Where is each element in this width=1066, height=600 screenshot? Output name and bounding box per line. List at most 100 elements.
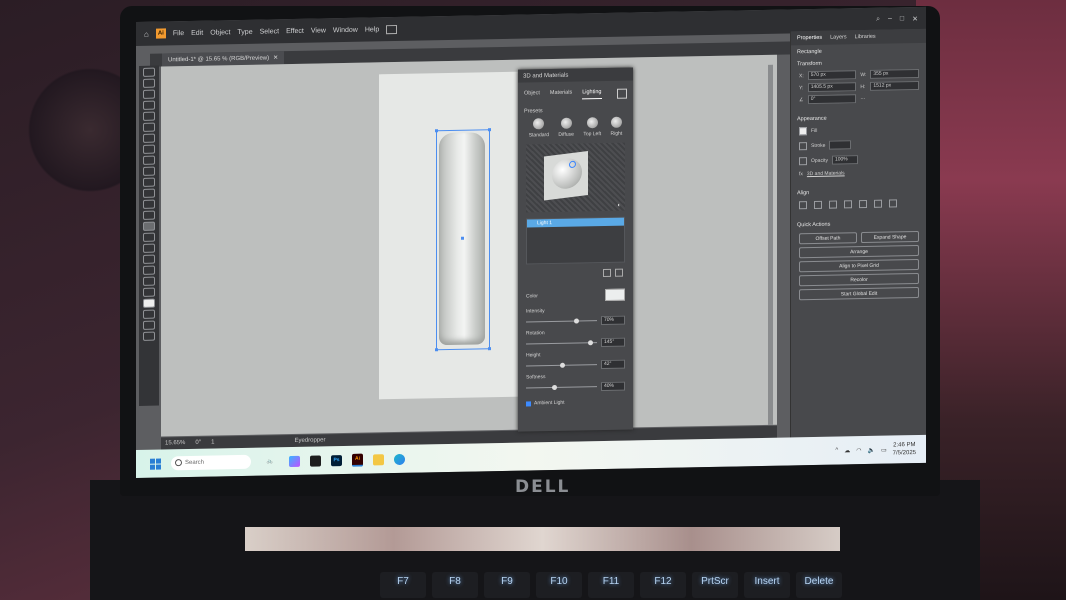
tab-object[interactable]: Object	[524, 90, 540, 100]
symbol-sprayer-tool-icon[interactable]	[143, 243, 155, 253]
effect-3d-link[interactable]: 3D and Materials	[807, 170, 845, 177]
align-pixel-grid-button[interactable]: Align to Pixel Grid	[799, 258, 919, 273]
width-field[interactable]: 355 px	[870, 68, 919, 79]
rectangle-tool-icon[interactable]	[143, 111, 155, 121]
angle-field[interactable]: 0°	[807, 94, 857, 105]
softness-value[interactable]: 40%	[601, 381, 625, 392]
ambient-light-checkbox[interactable]	[526, 400, 531, 407]
opacity-label[interactable]: Opacity	[811, 157, 828, 163]
light-preview-widget[interactable]: ◐	[526, 142, 625, 213]
type-tool-icon[interactable]	[143, 144, 155, 154]
softness-slider-thumb[interactable]	[552, 384, 558, 391]
shape-builder-tool-icon[interactable]	[143, 199, 155, 209]
eraser-tool-icon[interactable]	[143, 177, 155, 187]
preset-diffuse[interactable]: Diffuse	[558, 117, 574, 138]
intensity-slider-thumb[interactable]	[573, 318, 579, 324]
light-color-swatch[interactable]	[605, 288, 625, 301]
menu-type[interactable]: Type	[237, 28, 252, 35]
menu-view[interactable]: View	[311, 27, 326, 34]
menu-edit[interactable]: Edit	[191, 29, 203, 36]
align-left-icon[interactable]	[799, 201, 807, 210]
wifi-icon[interactable]: ◠	[856, 447, 861, 454]
cloud-icon[interactable]: ☁	[844, 447, 850, 454]
tab-properties[interactable]: Properties	[797, 35, 822, 41]
rotation-slider[interactable]	[526, 340, 597, 346]
fill-swatch[interactable]	[799, 127, 807, 136]
selection-tool-icon[interactable]	[143, 67, 155, 77]
photoshop-icon[interactable]: Ps	[331, 454, 342, 466]
artboard-tool-icon[interactable]	[143, 265, 155, 275]
start-global-edit-button[interactable]: Start Global Edit	[799, 286, 919, 301]
copilot-icon[interactable]	[289, 455, 300, 467]
height-field[interactable]: 1512 px	[870, 80, 919, 91]
preset-standard[interactable]: Standard	[529, 118, 549, 138]
menu-effect[interactable]: Effect	[286, 27, 304, 34]
zoom-tool-icon[interactable]	[143, 287, 155, 297]
rotation-slider-thumb[interactable]	[587, 340, 593, 346]
close-icon[interactable]: ✕	[912, 15, 918, 23]
preset-right[interactable]: Right	[611, 116, 622, 137]
intensity-slider[interactable]	[526, 318, 597, 324]
preset-top-left[interactable]: Top Left	[583, 117, 601, 137]
maximize-icon[interactable]: □	[900, 15, 904, 23]
align-center-icon[interactable]	[814, 200, 822, 209]
delete-light-icon[interactable]	[615, 268, 623, 277]
screen-mode-icon[interactable]	[143, 320, 155, 330]
eyedropper-tool-icon[interactable]	[143, 221, 155, 231]
render-settings-icon[interactable]	[617, 88, 627, 99]
windows-start-icon[interactable]	[150, 458, 161, 470]
gradient-tool-icon[interactable]	[143, 210, 155, 220]
menu-file[interactable]: File	[173, 30, 184, 37]
align-top-icon[interactable]	[844, 200, 852, 209]
recolor-button[interactable]: Recolor	[799, 272, 919, 287]
align-right-icon[interactable]	[829, 200, 837, 209]
search-icon[interactable]: ⌕	[876, 16, 880, 24]
selection-handle[interactable]	[435, 348, 438, 352]
expand-shape-button[interactable]: Expand Shape	[861, 230, 919, 244]
rotation-value[interactable]: 0°	[195, 440, 201, 446]
tab-layers[interactable]: Layers	[830, 34, 847, 40]
scale-tool-icon[interactable]	[143, 166, 155, 176]
menu-select[interactable]: Select	[260, 28, 279, 35]
rotate-tool-icon[interactable]	[143, 155, 155, 165]
opacity-field[interactable]: 100%	[831, 155, 858, 165]
softness-slider[interactable]	[526, 384, 597, 391]
light-1-row[interactable]: Light 1	[527, 217, 624, 228]
arrange-documents-icon[interactable]	[386, 24, 398, 34]
pencil-tool-icon[interactable]	[143, 133, 155, 143]
battery-icon[interactable]: ▭	[881, 446, 887, 453]
home-icon[interactable]: ⌂	[144, 29, 149, 38]
illustrator-taskbar-icon[interactable]: Ai	[352, 453, 363, 467]
close-tab-icon[interactable]: ✕	[273, 54, 278, 61]
blend-tool-icon[interactable]	[143, 232, 155, 242]
drawing-modes-icon[interactable]	[143, 309, 155, 319]
offset-path-button[interactable]: Offset Path	[799, 232, 857, 245]
height-slider[interactable]	[526, 362, 597, 368]
arrange-button[interactable]: Arrange	[799, 244, 919, 259]
visibility-toggle-icon[interactable]: ◐	[617, 203, 621, 209]
tab-libraries[interactable]: Libraries	[855, 34, 876, 40]
file-explorer-icon[interactable]	[373, 453, 384, 465]
pen-tool-icon[interactable]	[143, 89, 155, 99]
stroke-label[interactable]: Stroke	[811, 142, 825, 148]
x-field[interactable]: 570 px	[807, 70, 857, 81]
width-tool-icon[interactable]	[143, 188, 155, 198]
clock[interactable]: 2:46 PM 7/5/2025	[893, 441, 916, 457]
align-middle-icon[interactable]	[859, 199, 867, 209]
height-value[interactable]: 42°	[601, 359, 625, 370]
align-to-icon[interactable]	[889, 199, 897, 208]
zoom-level[interactable]: 15.65%	[165, 440, 185, 446]
more-options-icon[interactable]: ⋯	[860, 95, 866, 101]
curvature-tool-icon[interactable]	[143, 100, 155, 110]
stroke-swatch[interactable]	[799, 141, 807, 150]
menu-help[interactable]: Help	[365, 26, 379, 33]
selection-handle[interactable]	[435, 129, 438, 133]
direct-selection-tool-icon[interactable]	[143, 78, 155, 88]
height-slider-thumb[interactable]	[559, 362, 565, 368]
menu-object[interactable]: Object	[210, 29, 230, 36]
edge-icon[interactable]	[394, 453, 405, 465]
selection-handle[interactable]	[488, 128, 491, 132]
selection-bounding-box[interactable]	[435, 128, 491, 352]
y-field[interactable]: 1405.5 px	[807, 82, 857, 93]
align-bottom-icon[interactable]	[874, 199, 882, 208]
